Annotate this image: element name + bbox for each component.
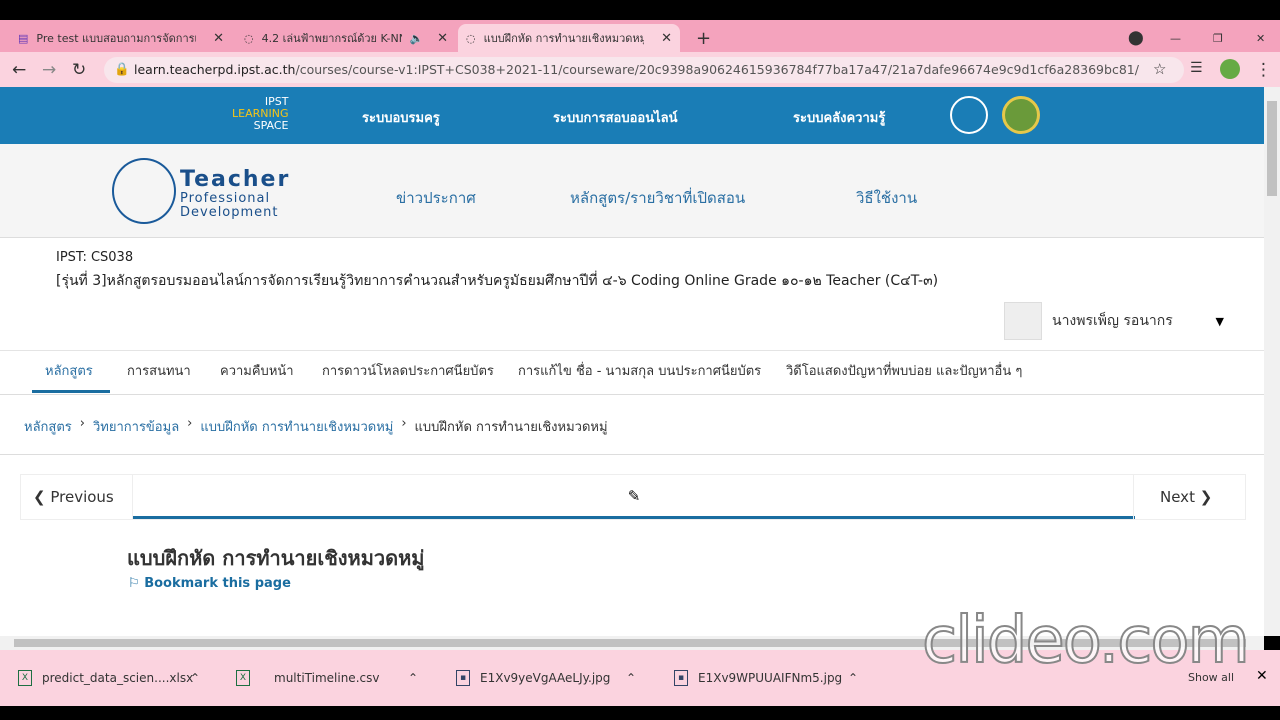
link-teacher-training[interactable]: ระบบอบรมครู [362,107,440,128]
nav-courses[interactable]: หลักสูตร/รายวิชาที่เปิดสอน [570,186,745,210]
chevron-right-icon: › [79,416,85,431]
url-input[interactable]: 🔒 learn.teacherpd.ipst.ac.th/courses/cour… [104,57,1184,83]
tab-bar: ▤Pre test แบบสอบถามการจัดการเรียน✕ ◌4.2 … [0,20,1280,52]
chevron-up-icon[interactable]: ⌃ [626,671,636,685]
vertical-scrollbar[interactable] [1264,87,1280,636]
tab-cert-name[interactable]: การแก้ไข ชื่อ - นามสกุล บนประกาศนียบัตร [518,360,761,381]
nav-howto[interactable]: วิธีใช้งาน [856,186,917,210]
previous-button[interactable]: ❮ Previous [21,475,133,519]
close-window-button[interactable]: ✕ [1248,24,1273,52]
tab-faq-video[interactable]: วิดีโอแสดงปัญหาที่พบบ่อย และปัญหาอื่น ๆ [786,360,1022,381]
chevron-up-icon[interactable]: ⌃ [190,671,200,685]
site-icon: ◌ [466,31,476,45]
menu-icon[interactable]: ⋮ [1255,60,1272,80]
close-icon[interactable]: ✕ [661,31,672,46]
ministry-emblem-icon [1002,96,1040,134]
download-item[interactable]: ▪ E1Xv9yeVgAAeLJy.jpg ⌃ [456,670,636,686]
divider [0,454,1264,455]
unit-nav: ❮ Previous ✎ Next ❯ [20,474,1246,520]
chevron-right-icon: ❯ [1194,488,1213,506]
scrollbar-thumb[interactable] [1267,101,1277,196]
course-code: IPST: CS038 [56,250,134,265]
site-icon: ◌ [244,31,254,45]
breadcrumb-link[interactable]: แบบฝึกหัด การทำนายเชิงหมวดหมู่ [200,416,393,437]
bookmark-star-icon[interactable]: ☆ [1153,60,1166,78]
link-online-exam[interactable]: ระบบการสอบออนไลน์ [553,107,678,128]
new-tab-button[interactable]: + [688,24,719,52]
close-icon[interactable]: ✕ [437,31,448,46]
restore-button[interactable]: ❐ [1205,24,1231,52]
download-item[interactable]: ▪ E1Xv9WPUUAIFNm5.jpg ⌃ [674,670,858,686]
tab-knn[interactable]: ◌ 4.2 เล่นฟ้าพยากรณ์ด้วย K-NN | 🔈 ✕ [236,24,456,52]
tab-pretest[interactable]: ▤Pre test แบบสอบถามการจัดการเรียน✕ [10,24,232,52]
breadcrumb-link[interactable]: หลักสูตร [24,416,72,437]
watermark: clideo.com [921,603,1251,679]
excel-file-icon: X [18,670,32,686]
user-menu[interactable]: นางพรเพ็ญ รอนากร ▼ [1004,302,1224,340]
chevron-right-icon: › [401,416,407,431]
close-downloads-icon[interactable]: ✕ [1256,668,1268,684]
next-button[interactable]: Next ❯ [1133,475,1245,519]
chevron-up-icon[interactable]: ⌃ [408,671,418,685]
image-file-icon: ▪ [674,670,688,686]
ipst-emblem-icon [950,96,988,134]
active-tab-indicator [32,390,110,393]
download-item[interactable]: XmultiTimeline.csv ⌃ [236,670,418,686]
divider [0,394,1264,395]
tab-search-icon[interactable]: ⬤ [1120,24,1152,52]
divider [0,350,1264,351]
chevron-down-icon: ▼ [1215,314,1224,328]
ipst-learning-space-logo[interactable]: IPST LEARNING SPACE [232,96,288,132]
reload-icon[interactable]: ↻ [72,60,86,80]
course-title: [รุ่นที่ 3]หลักสูตรอบรมออนไลน์การจัดการเ… [56,273,939,289]
breadcrumb: หลักสูตร › วิทยาการข้อมูล › แบบฝึกหัด การท… [24,416,608,437]
edit-icon: ✎ [627,487,641,505]
forms-icon: ▤ [18,31,29,45]
user-avatar [1004,302,1042,340]
chevron-left-icon: ❮ [33,488,51,506]
site-nav: Teacher Professional Development ข่าวประ… [0,144,1264,238]
tab-discussion[interactable]: การสนทนา [127,360,191,381]
chevron-up-icon[interactable]: ⌃ [848,671,858,685]
close-icon[interactable]: ✕ [213,31,224,46]
link-knowledge[interactable]: ระบบคลังความรู้ [793,107,885,128]
excel-file-icon: X [236,670,250,686]
breadcrumb-current: แบบฝึกหัด การทำนายเชิงหมวดหมู่ [414,420,608,435]
back-icon[interactable]: ← [12,60,26,80]
tab-cert-download[interactable]: การดาวน์โหลดประกาศนียบัตร [322,360,494,381]
unit-tab-problem[interactable]: ✎ [133,475,1135,519]
tab-active[interactable]: ◌แบบฝึกหัด การทำนายเชิงหมวดหมู่ | แ✕ [458,24,680,52]
ipst-logo-icon [112,158,176,224]
tab-progress[interactable]: ความคืบหน้า [220,360,294,381]
chevron-right-icon: › [187,416,193,431]
bookmark-icon: ⚐ [128,576,145,591]
ipst-topbar: IPST LEARNING SPACE ระบบอบรมครู ระบบการส… [0,87,1264,144]
download-item[interactable]: Xpredict_data_scien....xlsx ⌃ [18,670,200,686]
avatar[interactable] [1220,59,1240,79]
image-file-icon: ▪ [456,670,470,686]
bookmark-button[interactable]: ⚐ Bookmark this page [128,576,291,591]
breadcrumb-link[interactable]: วิทยาการข้อมูล [93,416,179,437]
tab-course[interactable]: หลักสูตร [45,360,93,381]
minimize-button[interactable]: — [1162,24,1189,52]
address-bar-area: ← → ↻ 🔒 learn.teacherpd.ipst.ac.th/course… [0,52,1280,87]
forward-icon[interactable]: → [42,60,56,80]
lock-icon: 🔒 [114,61,130,76]
unit-title: แบบฝึกหัด การทำนายเชิงหมวดหมู่ [127,546,425,570]
audio-icon[interactable]: 🔈 [410,32,424,45]
nav-news[interactable]: ข่าวประกาศ [396,186,476,210]
teacher-pd-logo[interactable]: Teacher Professional Development [180,168,290,220]
course-content: IPST: CS038 [รุ่นที่ 3]หลักสูตรอบรมออนไล… [0,238,1264,636]
reading-list-icon[interactable]: ☰ [1190,60,1203,76]
